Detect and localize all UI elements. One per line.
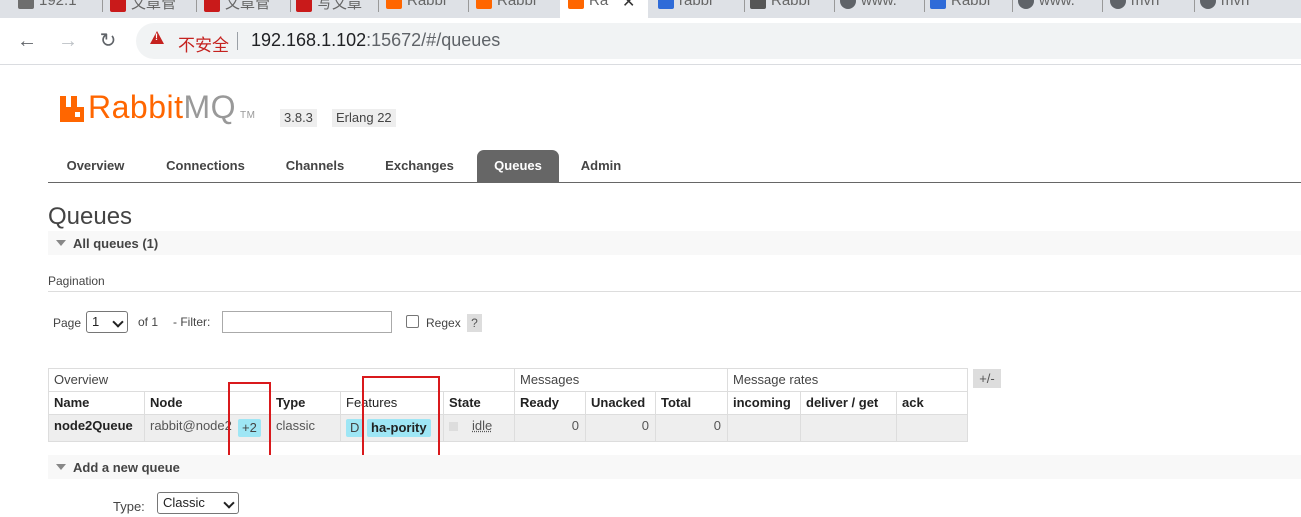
group-overview: Overview — [48, 368, 515, 392]
tab-admin[interactable]: Admin — [568, 150, 634, 182]
group-message-rates: Message rates — [728, 368, 968, 392]
csdn-icon — [204, 0, 220, 13]
chevron-down-icon — [223, 497, 235, 509]
csdn-icon — [296, 0, 312, 13]
browser-tab[interactable]: Rabbi — [750, 0, 832, 18]
type-label: Type: — [113, 499, 145, 514]
browser-tab[interactable]: rabbi — [658, 0, 742, 18]
browser-tab[interactable]: 192.1 — [18, 0, 98, 18]
tab-channels[interactable]: Channels — [270, 150, 360, 182]
page-select[interactable]: 1 — [86, 311, 128, 333]
regex-checkbox[interactable] — [406, 315, 419, 328]
rabbitmq-icon — [568, 0, 584, 10]
globe-icon — [1200, 0, 1216, 10]
col-state[interactable]: State — [444, 392, 515, 415]
collapse-triangle-icon — [56, 240, 66, 246]
browser-tab[interactable]: mvn — [1200, 0, 1280, 18]
main-nav: Overview Connections Channels Exchanges … — [48, 150, 1301, 183]
tab-exchanges[interactable]: Exchanges — [372, 150, 467, 182]
browser-tab[interactable]: 文章管 — [110, 0, 196, 18]
cube-icon — [18, 0, 34, 10]
browser-tab[interactable]: www. — [1018, 0, 1100, 18]
baidu-icon — [930, 0, 946, 10]
col-ready[interactable]: Ready — [515, 392, 586, 415]
browser-tab[interactable]: www. — [840, 0, 922, 18]
col-incoming[interactable]: incoming — [728, 392, 801, 415]
durable-badge: D — [346, 419, 364, 437]
deliver-get-rate — [801, 415, 897, 442]
col-deliver-get[interactable]: deliver / get — [801, 392, 897, 415]
state-indicator-icon — [449, 422, 458, 432]
queue-type-cell: classic — [271, 415, 341, 442]
browser-tab[interactable]: Rabbi — [476, 0, 556, 18]
version-badge: 3.8.3 — [280, 109, 317, 127]
col-unacked[interactable]: Unacked — [586, 392, 656, 415]
ack-rate — [897, 415, 968, 442]
all-queues-section-toggle[interactable]: All queues (1) — [48, 231, 1301, 255]
url-text: 192.168.1.102:15672/#/queues — [251, 30, 501, 50]
annotation-box-mirrors — [228, 382, 271, 463]
tab-queues[interactable]: Queues — [477, 150, 559, 182]
baidu-icon — [658, 0, 674, 10]
group-messages: Messages — [515, 368, 728, 392]
collapse-triangle-icon — [56, 464, 66, 470]
reload-icon[interactable]: ↻ — [95, 28, 121, 54]
col-name[interactable]: Name — [48, 392, 145, 415]
erlang-badge: Erlang 22 — [332, 109, 396, 127]
rabbitmq-icon — [476, 0, 492, 10]
globe-icon — [840, 0, 856, 10]
forward-icon[interactable]: → — [55, 28, 81, 54]
browser-toolbar: ← → ↻ 不安全 192.168.1.102:15672/#/queues — [0, 18, 1301, 65]
incoming-rate — [728, 415, 801, 442]
browser-tab-strip: 192.1 文章管 文章管 写文章 Rabbi Rabbi Ra ✕ rabbi… — [0, 0, 1301, 18]
security-label: 不安全 — [178, 36, 229, 55]
queue-state-cell: idle — [444, 415, 515, 442]
search-icon — [750, 0, 766, 10]
address-bar[interactable]: 不安全 192.168.1.102:15672/#/queues — [136, 23, 1301, 59]
filter-input[interactable] — [222, 311, 392, 333]
page-title: Queues — [48, 203, 133, 230]
back-icon[interactable]: ← — [14, 28, 40, 54]
rabbitmq-logo-icon — [60, 96, 84, 122]
filter-label: - Filter: — [173, 315, 211, 329]
queue-type-select[interactable]: Classic — [157, 492, 239, 514]
chevron-down-icon — [112, 316, 124, 328]
col-total[interactable]: Total — [656, 392, 728, 415]
globe-icon — [1110, 0, 1126, 10]
page-count-label: of 1 — [138, 315, 159, 329]
pagination-heading: Pagination — [48, 274, 105, 288]
tab-overview[interactable]: Overview — [48, 150, 143, 182]
browser-tab[interactable]: 写文章 — [296, 0, 376, 18]
columns-toggle-button[interactable]: +/- — [973, 369, 1001, 388]
regex-help-button[interactable]: ? — [467, 314, 482, 332]
browser-tab[interactable]: mvn — [1110, 0, 1192, 18]
col-ack[interactable]: ack — [897, 392, 968, 415]
browser-tab-active[interactable]: Ra ✕ — [560, 0, 648, 18]
tab-connections[interactable]: Connections — [153, 150, 258, 182]
regex-label: Regex — [426, 316, 461, 330]
close-tab-icon[interactable]: ✕ — [622, 0, 635, 12]
globe-icon — [1018, 0, 1034, 10]
rabbitmq-icon — [386, 0, 402, 10]
csdn-icon — [110, 0, 126, 13]
ready-count: 0 — [515, 415, 586, 442]
add-queue-section-toggle[interactable]: Add a new queue — [48, 455, 1301, 479]
queue-name-link[interactable]: node2Queue — [48, 415, 145, 442]
browser-tab[interactable]: 文章管 — [204, 0, 290, 18]
browser-tab[interactable]: Rabbi — [386, 0, 466, 18]
pagination-divider — [48, 291, 1301, 292]
col-type[interactable]: Type — [271, 392, 341, 415]
unacked-count: 0 — [586, 415, 656, 442]
warning-icon — [150, 31, 164, 44]
browser-tab[interactable]: Rabbi — [930, 0, 1010, 18]
page-label: Page — [53, 316, 82, 330]
total-count: 0 — [656, 415, 728, 442]
